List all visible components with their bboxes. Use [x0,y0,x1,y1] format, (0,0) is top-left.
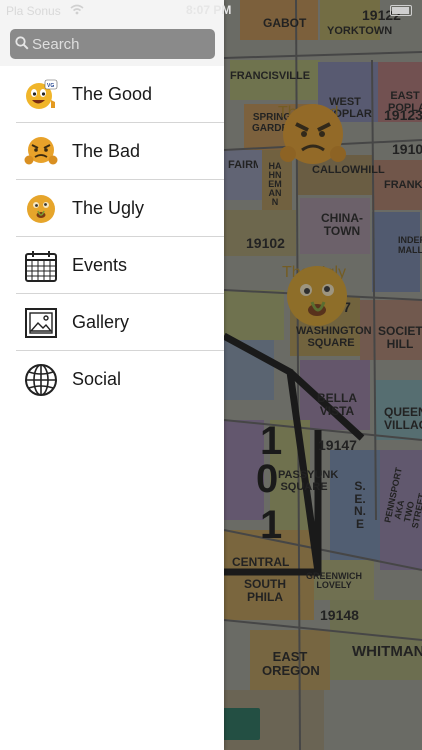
menu-item-the-bad[interactable]: The Bad [0,123,224,180]
drawer-menu: VG The Good The Bad The Ugly Events Gall… [0,66,224,408]
image-icon [24,306,58,340]
wifi-icon [70,4,84,15]
svg-text:VG: VG [47,83,54,89]
search-bar[interactable] [10,29,215,59]
menu-item-label: The Ugly [72,198,145,218]
clock: 8:07 PM [186,3,232,17]
emoji-ugly-icon [24,192,58,226]
globe-icon [24,363,58,397]
menu-item-label: The Good [72,84,153,104]
menu-item-events[interactable]: Events [0,237,224,294]
menu-item-label: The Bad [72,141,141,161]
carrier-label: Pla Sonus [6,4,61,18]
search-icon [15,36,29,50]
side-drawer: VG The Good The Bad [0,0,224,750]
search-input[interactable] [32,29,212,59]
calendar-icon [24,249,58,283]
battery-icon [390,5,412,16]
emoji-very-good-icon: VG [24,78,58,112]
menu-item-label: Gallery [72,312,130,332]
menu-item-label: Social [72,369,122,389]
menu-item-label: Events [72,255,128,275]
emoji-angry-icon [24,135,58,169]
status-bar: Pla Sonus 8:07 PM [0,0,422,22]
menu-item-the-good[interactable]: VG The Good [0,66,224,123]
menu-item-gallery[interactable]: Gallery [0,294,224,351]
menu-item-the-ugly[interactable]: The Ugly [0,180,224,237]
menu-item-social[interactable]: Social [0,351,224,408]
